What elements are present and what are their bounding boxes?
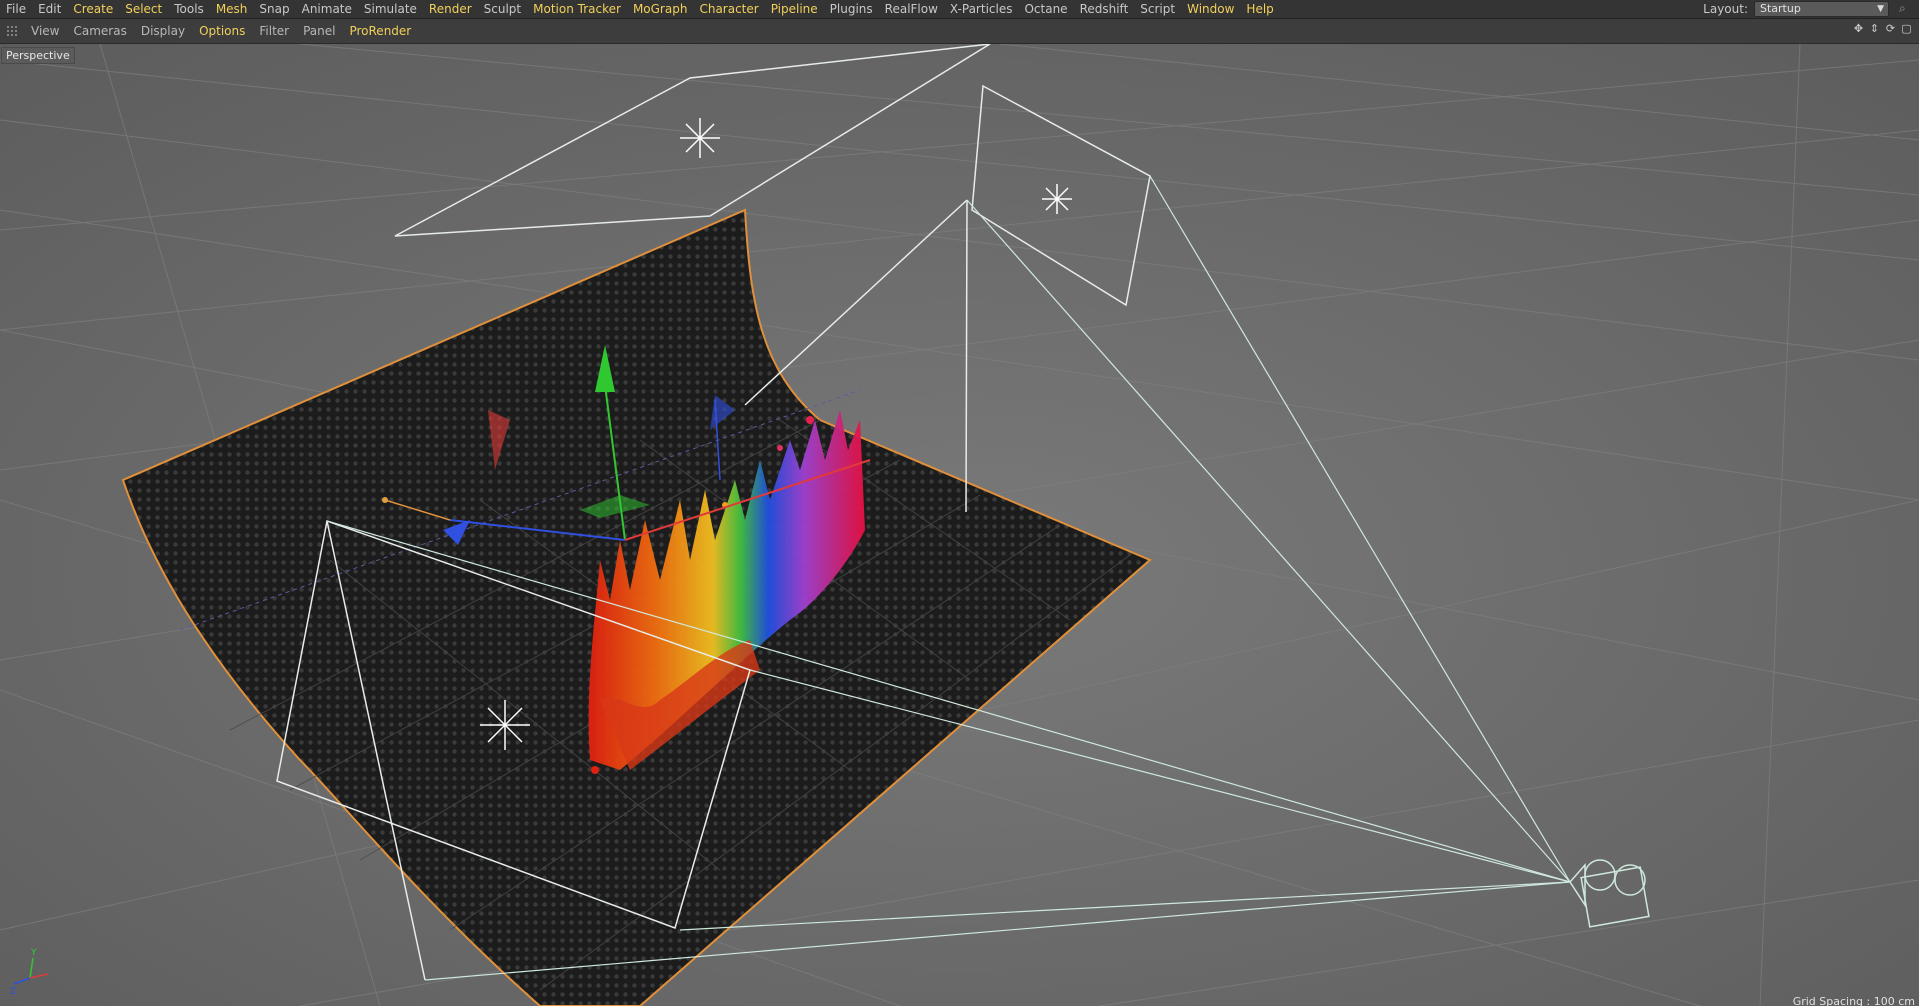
menu-window[interactable]: Window [1181,0,1240,18]
grid-spacing-readout: Grid Spacing : 100 cm [1792,995,1915,1006]
zoom-view-icon[interactable]: ⇕ [1868,22,1881,35]
menu-octane[interactable]: Octane [1018,0,1073,18]
menu-create[interactable]: Create [67,0,119,18]
search-icon[interactable]: ⌕ [1899,1,1915,17]
panel-grip-icon[interactable] [6,25,18,37]
menu-help[interactable]: Help [1240,0,1279,18]
menu-redshift[interactable]: Redshift [1074,0,1135,18]
cinema4d-window: File Edit Create Select Tools Mesh Snap Animate… [0,0,1919,1006]
viewport-menu-view[interactable]: View [24,19,66,43]
area-light-icon[interactable] [1042,184,1072,214]
viewport-menu-cameras[interactable]: Cameras [66,19,133,43]
viewport-menu-display[interactable]: Display [134,19,192,43]
menu-x-particles[interactable]: X-Particles [944,0,1019,18]
menu-sculpt[interactable]: Sculpt [478,0,527,18]
menu-select[interactable]: Select [119,0,168,18]
toggle-view-icon[interactable]: ▢ [1900,22,1913,35]
menu-edit[interactable]: Edit [32,0,67,18]
viewport-canvas[interactable]: Y Z [0,44,1919,1006]
svg-text:Y: Y [30,948,37,958]
rotate-view-icon[interactable]: ⟳ [1884,22,1897,35]
menu-snap[interactable]: Snap [253,0,295,18]
move-view-icon[interactable]: ✥ [1852,22,1865,35]
viewport-nav-icons: ✥ ⇕ ⟳ ▢ [1852,22,1913,35]
menu-tools[interactable]: Tools [168,0,210,18]
layout-area: Layout: Startup ▼ [1703,0,1889,18]
layout-label: Layout: [1703,2,1748,16]
menu-mesh[interactable]: Mesh [210,0,254,18]
viewport-menu-panel[interactable]: Panel [296,19,342,43]
menu-simulate[interactable]: Simulate [358,0,423,18]
menu-plugins[interactable]: Plugins [824,0,879,18]
viewport-menu-options[interactable]: Options [192,19,252,43]
menu-character[interactable]: Character [693,0,764,18]
menu-pipeline[interactable]: Pipeline [765,0,824,18]
menu-realflow[interactable]: RealFlow [879,0,944,18]
chevron-down-icon: ▼ [1877,4,1884,14]
menu-animate[interactable]: Animate [296,0,358,18]
menu-mograph[interactable]: MoGraph [627,0,694,18]
layout-value: Startup [1760,2,1801,15]
menu-motion-tracker[interactable]: Motion Tracker [527,0,627,18]
viewport-camera-label[interactable]: Perspective [1,47,75,64]
layout-dropdown[interactable]: Startup ▼ [1754,1,1889,17]
menu-file[interactable]: File [0,0,32,18]
viewport-menu-filter[interactable]: Filter [252,19,296,43]
viewport-menu-prorender[interactable]: ProRender [342,19,418,43]
perspective-viewport[interactable]: Y Z [0,44,1919,1006]
svg-text:Z: Z [10,987,16,997]
main-menubar: File Edit Create Select Tools Mesh Snap Animate… [0,0,1919,19]
menu-render[interactable]: Render [423,0,478,18]
light-icon[interactable] [680,118,720,158]
menu-script[interactable]: Script [1134,0,1181,18]
viewport-menubar: View Cameras Display Options Filter Panel ProR… [0,19,1919,44]
